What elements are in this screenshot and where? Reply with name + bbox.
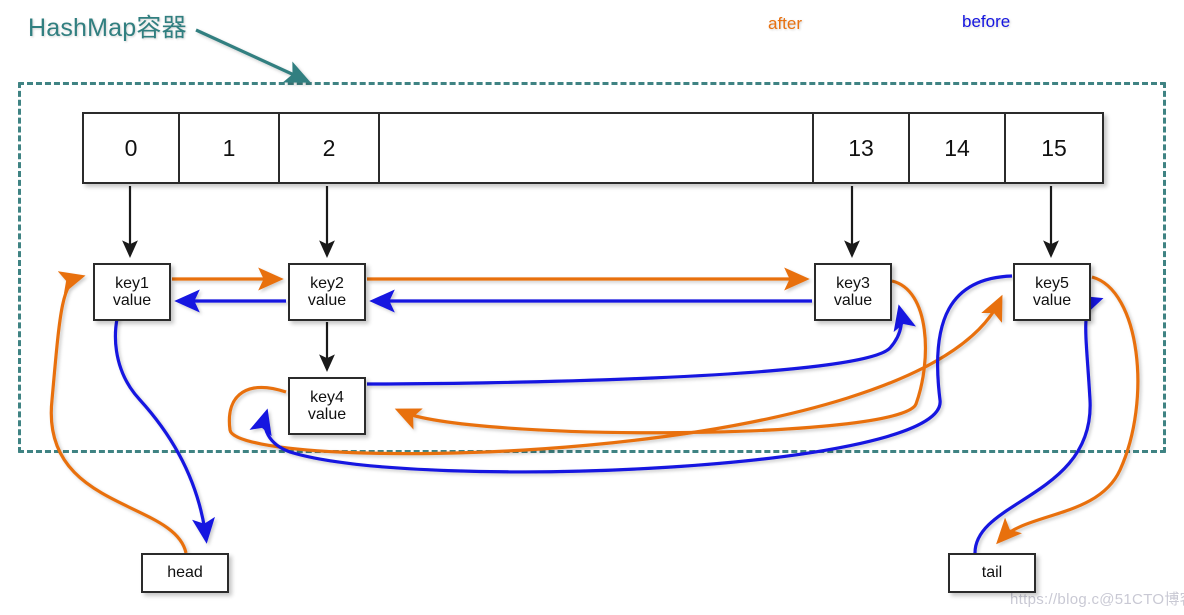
node-key5-value: value xyxy=(1032,292,1072,309)
node-key2-key: key2 xyxy=(310,274,344,292)
node-key2[interactable]: key2 value xyxy=(288,263,366,321)
node-key3-key: key3 xyxy=(836,274,870,292)
head-box[interactable]: head xyxy=(141,553,229,593)
diagram-canvas: HashMap容器 after before 0 1 2 13 14 15 ke… xyxy=(0,0,1184,615)
before-chain-arrows xyxy=(113,274,1104,554)
node-key3-value: value xyxy=(833,292,873,309)
node-key1-value: value xyxy=(112,292,152,309)
before-key4-to-key3 xyxy=(366,304,916,386)
after-chain-arrows xyxy=(49,267,1140,554)
watermark: https://blog.c@51CTO博客 xyxy=(1010,591,1184,608)
bucket-to-node-links xyxy=(122,186,1059,372)
before-tail-to-key5 xyxy=(973,295,1104,554)
node-key4[interactable]: key4 value xyxy=(288,377,366,435)
before-key5-to-key4 xyxy=(249,274,1013,474)
node-key2-value: value xyxy=(307,292,347,309)
before-key1-to-head xyxy=(113,307,215,544)
title-pointer-arrow xyxy=(195,28,311,83)
node-key5-key: key5 xyxy=(1035,274,1069,292)
node-key3[interactable]: key3 value xyxy=(814,263,892,321)
node-key4-value: value xyxy=(307,406,347,423)
node-key1[interactable]: key1 value xyxy=(93,263,171,321)
node-key5[interactable]: key5 value xyxy=(1013,263,1091,321)
node-key4-key: key4 xyxy=(310,388,344,406)
arrows-layer xyxy=(49,28,1140,554)
tail-box[interactable]: tail xyxy=(948,553,1036,593)
node-key1-key: key1 xyxy=(115,274,149,292)
